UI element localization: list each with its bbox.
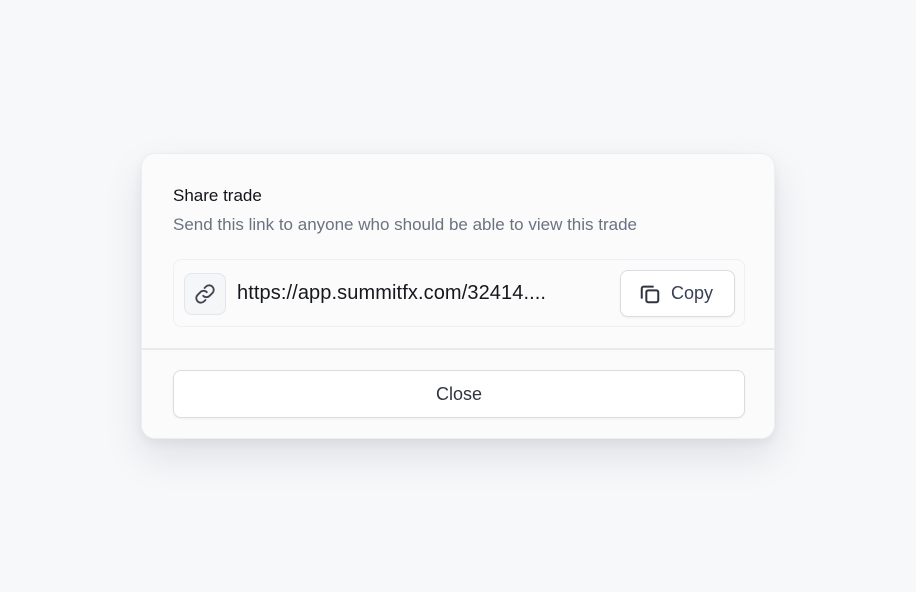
copy-icon xyxy=(639,283,661,305)
close-button-label: Close xyxy=(435,383,483,404)
share-trade-dialog: Share trade Send this link to anyone who… xyxy=(141,153,775,439)
dialog-divider xyxy=(142,348,774,350)
share-url[interactable]: https://app.summitfx.com/32414.... xyxy=(237,282,595,305)
dialog-title: Share trade xyxy=(173,186,262,205)
link-icon xyxy=(184,273,226,315)
share-link-field: https://app.summitfx.com/32414.... Copy xyxy=(173,259,745,327)
dialog-subtitle: Send this link to anyone who should be a… xyxy=(173,215,638,234)
copy-button[interactable]: Copy xyxy=(620,270,735,317)
close-button[interactable]: Close xyxy=(173,370,745,418)
copy-button-label: Copy xyxy=(671,283,714,303)
